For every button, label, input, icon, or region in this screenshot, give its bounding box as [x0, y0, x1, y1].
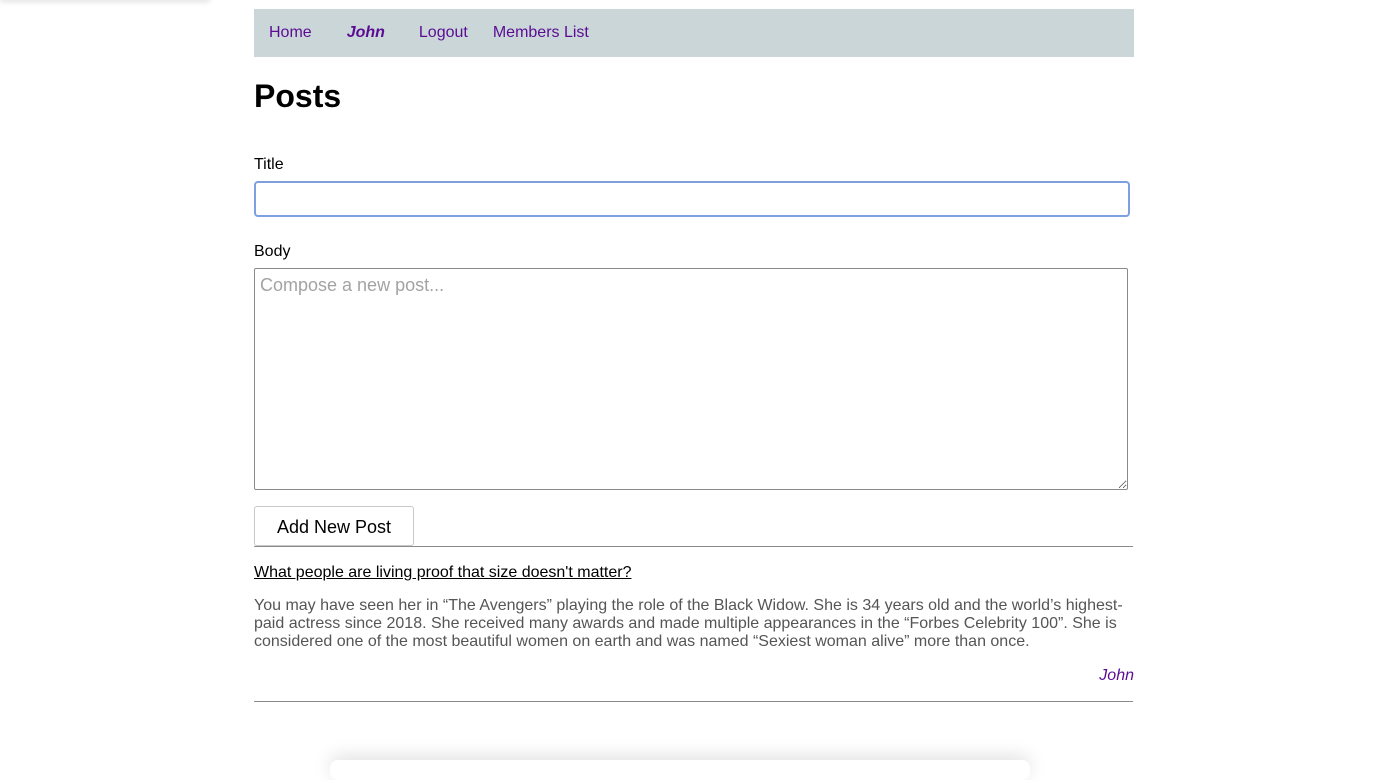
post-divider-bottom	[254, 701, 1133, 702]
page-title: Posts	[254, 78, 342, 114]
bottom-overlay-shadow	[330, 760, 1030, 780]
post-item: What people are living proof that size d…	[254, 547, 1134, 685]
post-author: John	[254, 667, 1134, 685]
body-textarea[interactable]	[254, 268, 1128, 490]
nav-link-members-list[interactable]: Members List	[493, 24, 589, 42]
page-container: Home John Logout Members List Posts Titl…	[254, 9, 1134, 702]
nav-link-home[interactable]: Home	[269, 24, 312, 42]
nav-link-logout[interactable]: Logout	[419, 24, 468, 42]
add-new-post-button[interactable]: Add New Post	[254, 506, 414, 546]
top-navigation: Home John Logout Members List	[254, 9, 1134, 57]
title-label: Title	[254, 156, 284, 173]
nav-link-user[interactable]: John	[347, 24, 385, 42]
post-title-link[interactable]: What people are living proof that size d…	[254, 564, 631, 582]
title-input[interactable]	[254, 181, 1130, 217]
body-label: Body	[254, 243, 291, 260]
post-body: You may have seen her in “The Avengers” …	[254, 597, 1123, 650]
new-post-form: Title Body Add New Post	[254, 156, 1134, 546]
post-author-link[interactable]: John	[1099, 667, 1134, 684]
